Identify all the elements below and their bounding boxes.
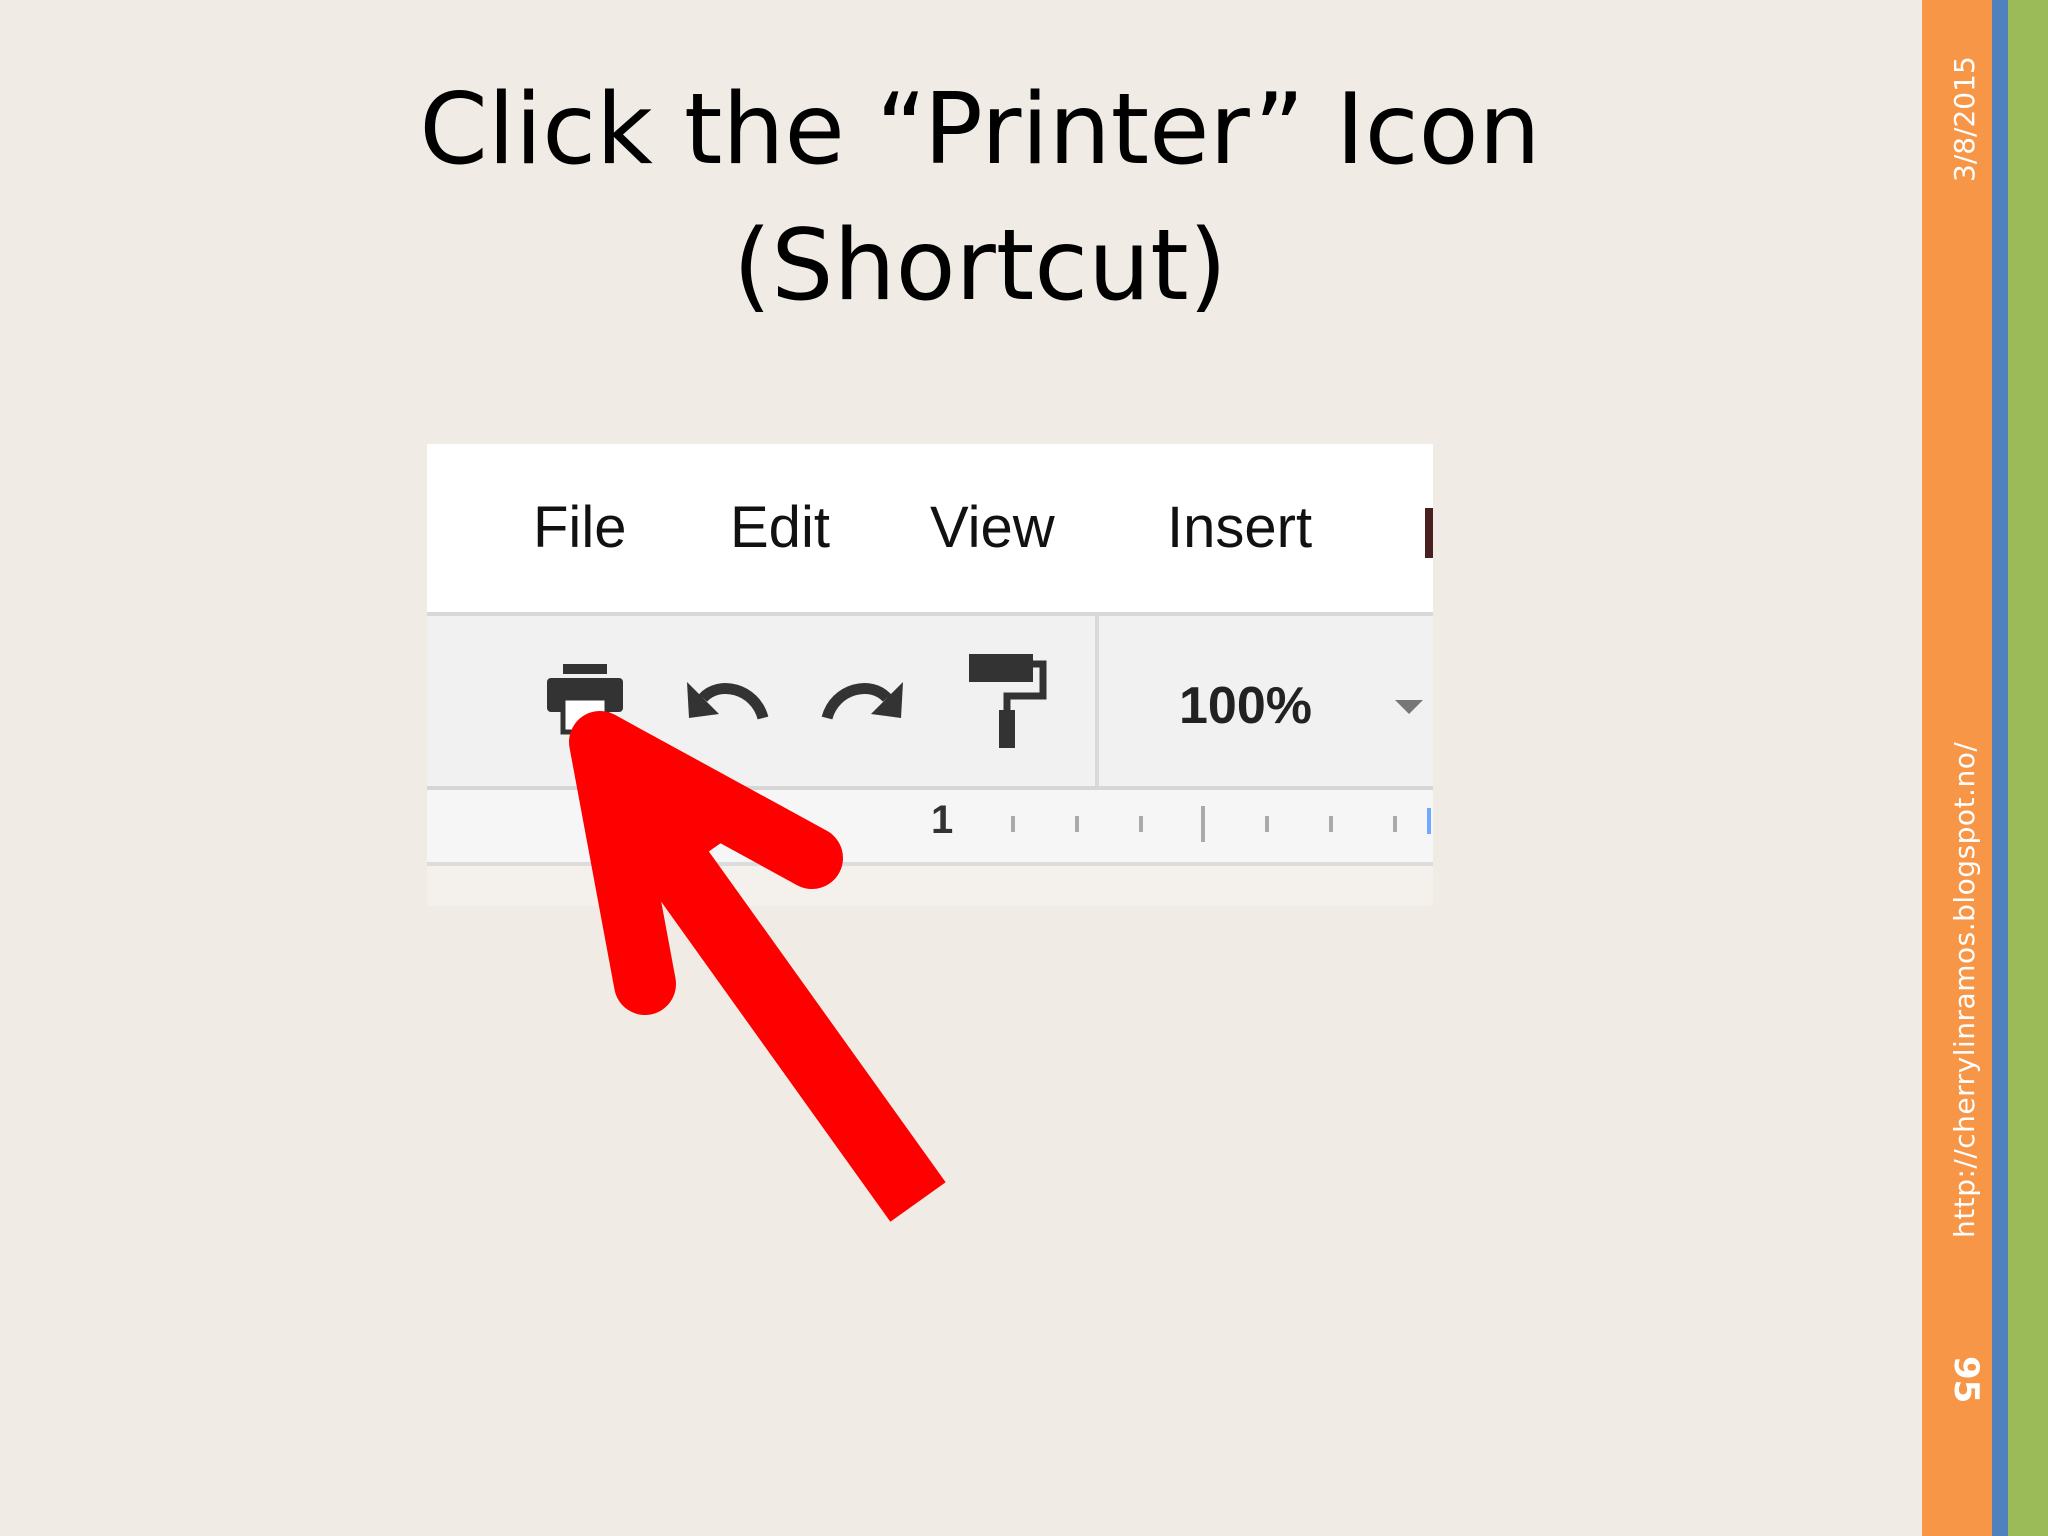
ruler-tick <box>1393 816 1397 832</box>
slide-title-line2: (Shortcut) <box>733 209 1227 323</box>
ruler-tick <box>1427 808 1431 834</box>
screenshot-background <box>427 866 1433 906</box>
menu-next-cutoff <box>1425 508 1433 558</box>
zoom-select[interactable]: 100% <box>1179 676 1312 736</box>
ruler: 1 <box>427 790 1433 866</box>
printer-icon[interactable] <box>545 662 625 736</box>
ruler-tick <box>1139 816 1143 832</box>
menu-edit[interactable]: Edit <box>730 494 830 561</box>
slide-date: 3/8/2015 <box>1948 56 1981 182</box>
ruler-tick <box>1201 806 1205 842</box>
paint-format-icon[interactable] <box>965 652 1049 750</box>
ruler-tick <box>1265 816 1269 832</box>
ruler-tick <box>1011 816 1015 832</box>
decorative-bar-blue <box>1992 0 2008 1536</box>
menu-file[interactable]: File <box>533 494 626 561</box>
menu-bar: File Edit View Insert <box>427 444 1433 616</box>
slide-title-line1: Click the “Printer” Icon <box>419 73 1541 187</box>
ruler-label: 1 <box>931 798 954 842</box>
ruler-tick <box>1329 816 1333 832</box>
slide-title: Click the “Printer” Icon (Shortcut) <box>0 62 1960 334</box>
menu-view[interactable]: View <box>930 494 1055 561</box>
ruler-tick <box>1075 816 1079 832</box>
toolbar-separator <box>1095 616 1099 786</box>
dropdown-arrow-icon[interactable] <box>1395 700 1423 714</box>
redo-icon[interactable] <box>821 674 905 724</box>
decorative-bar-green <box>2008 0 2048 1536</box>
toolbar: 100% <box>427 616 1433 790</box>
screenshot-panel: File Edit View Insert 100% 1 <box>427 444 1433 906</box>
slide-url: http://cherrylinramos.blogspot.no/ <box>1948 741 1981 1238</box>
slide-page-number: 95 <box>1946 1356 1986 1404</box>
menu-insert[interactable]: Insert <box>1167 494 1312 561</box>
undo-icon[interactable] <box>685 674 769 724</box>
